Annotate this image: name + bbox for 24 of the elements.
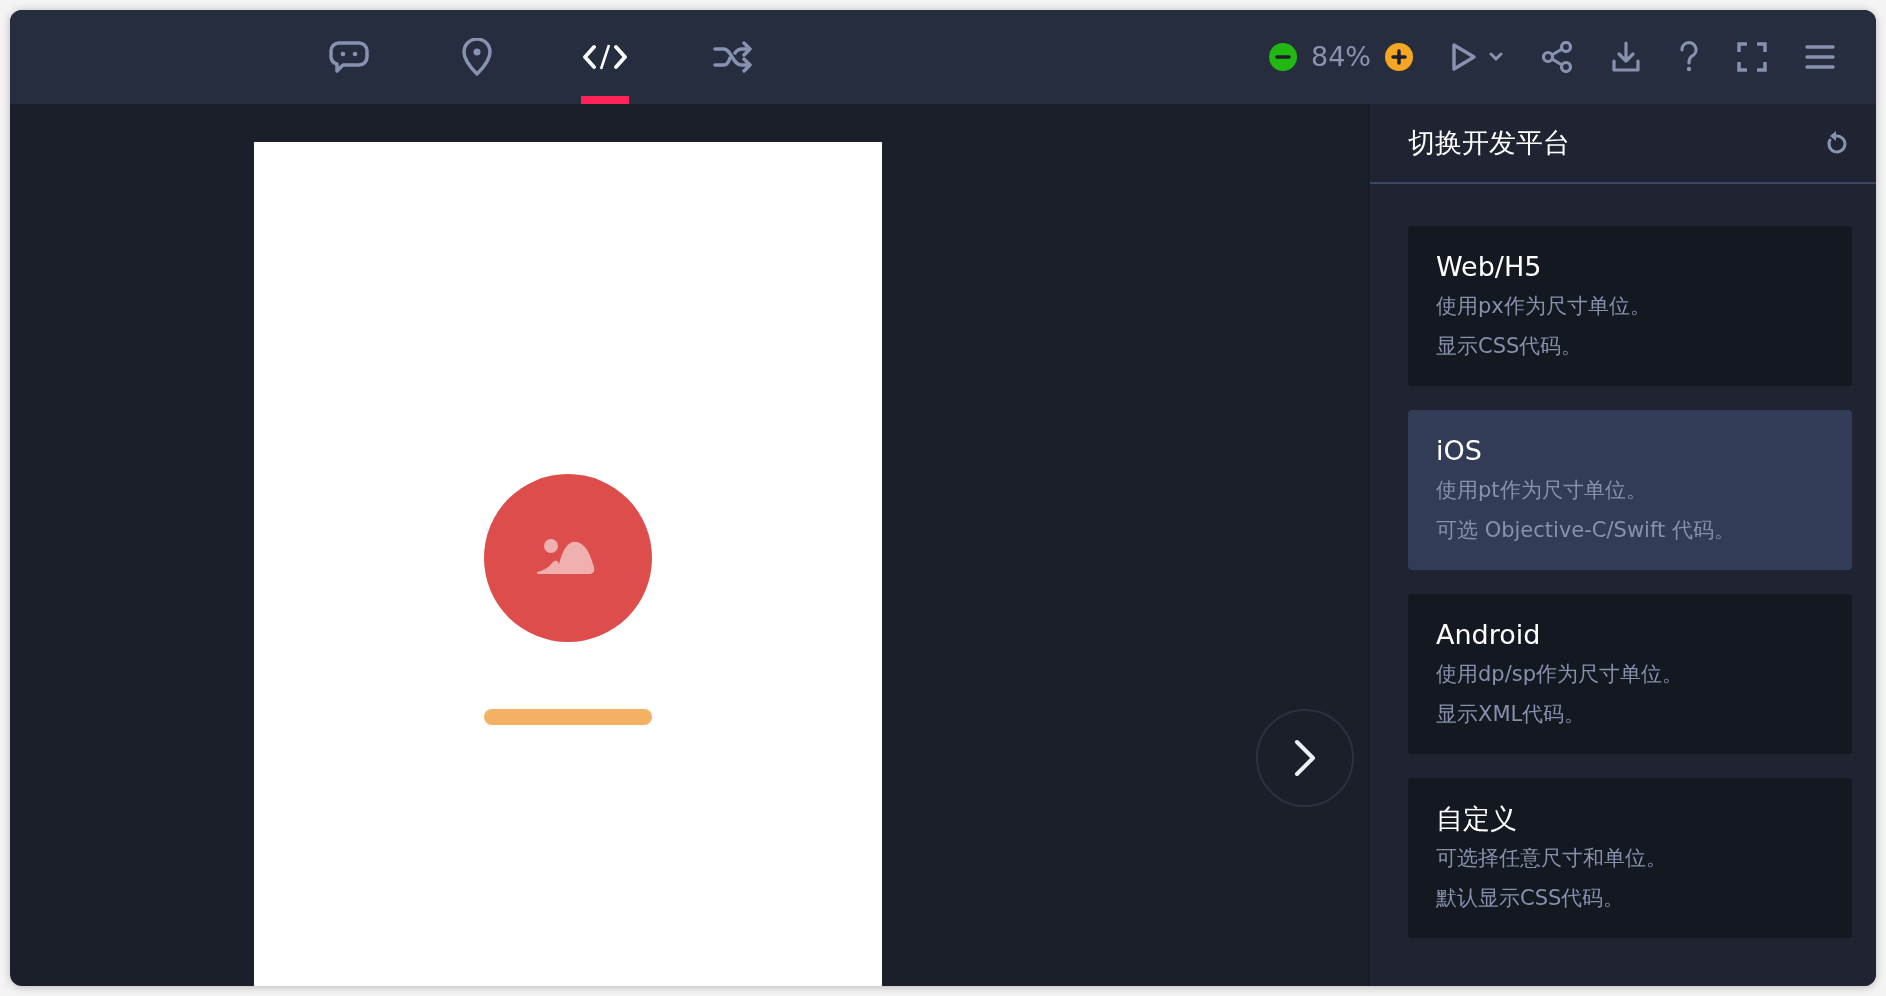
platform-description: 使用pt作为尺寸单位。 bbox=[1436, 477, 1648, 504]
platform-title: 自定义 bbox=[1436, 802, 1518, 836]
zoom-level: 84% bbox=[1311, 39, 1371, 74]
platform-title: iOS bbox=[1436, 434, 1483, 468]
chevron-right-icon bbox=[1292, 738, 1318, 778]
platform-option[interactable]: iOS 使用pt作为尺寸单位。 可选 Objective-C/Swift 代码。 bbox=[1408, 410, 1852, 570]
next-button[interactable] bbox=[1256, 709, 1354, 807]
platform-title: Android bbox=[1436, 618, 1542, 652]
platform-description: 使用px作为尺寸单位。 bbox=[1436, 293, 1652, 320]
shuffle-icon bbox=[713, 41, 753, 73]
platform-description: 显示XML代码。 bbox=[1436, 701, 1587, 728]
code-icon bbox=[583, 43, 627, 71]
panel-title: 切换开发平台 bbox=[1408, 125, 1570, 160]
platform-description: 显示CSS代码。 bbox=[1436, 333, 1584, 360]
platform-option[interactable]: Android 使用dp/sp作为尺寸单位。 显示XML代码。 bbox=[1408, 594, 1852, 754]
platform-title: Web/H5 bbox=[1436, 250, 1543, 284]
location-pin-icon bbox=[462, 38, 492, 76]
platform-description: 可选 Objective-C/Swift 代码。 bbox=[1436, 517, 1736, 544]
platform-option[interactable]: 自定义 可选择任意尺寸和单位。 默认显示CSS代码。 bbox=[1408, 778, 1852, 938]
platform-description: 使用dp/sp作为尺寸单位。 bbox=[1436, 661, 1684, 688]
platform-description: 默认显示CSS代码。 bbox=[1436, 885, 1626, 912]
platform-option[interactable]: Web/H5 使用px作为尺寸单位。 显示CSS代码。 bbox=[1408, 226, 1852, 386]
platform-description: 可选择任意尺寸和单位。 bbox=[1436, 845, 1668, 872]
chat-bubble-icon bbox=[329, 39, 369, 75]
